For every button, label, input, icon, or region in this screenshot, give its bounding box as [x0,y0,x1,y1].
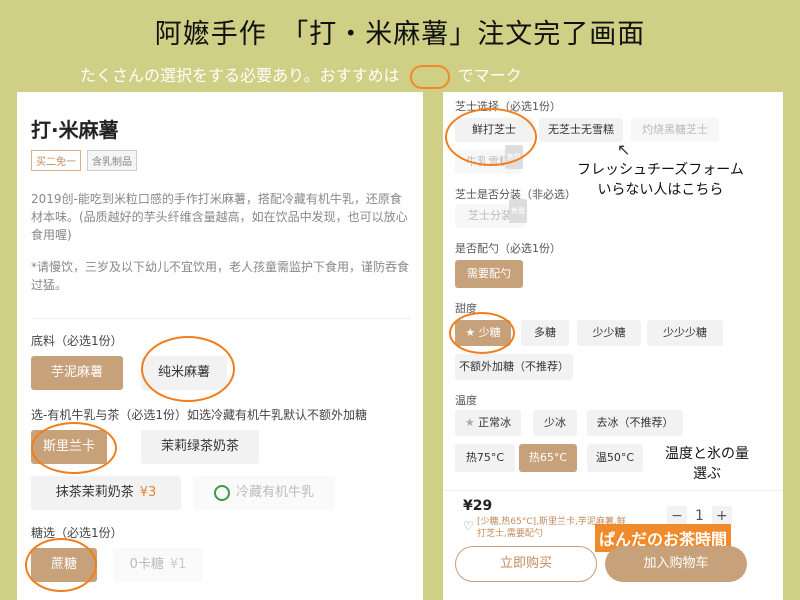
option-zero-cal-sugar[interactable]: 0卡糖 ¥1 [113,548,203,582]
option-no-extra-sugar[interactable]: 不额外加糖（不推荐） [455,354,573,380]
option-matcha-jasmine-label: 抹茶茉莉奶茶 [55,485,134,500]
option-burnt-cheese[interactable]: 灼烧黑糖芝士 [631,118,719,142]
spoon-section-label: 是否配勺（必选1份） [455,242,561,255]
subtitle-text-2: でマーク [457,66,522,85]
plus-button[interactable]: + [711,506,732,526]
option-no-cheese[interactable]: 无芝士无雪糕 [539,118,623,142]
option-zero-cal-label: 0卡糖 [129,557,164,572]
option-least-sugar[interactable]: 少少少糖 [647,320,723,346]
option-rice-mochi[interactable]: 纯米麻薯 [141,356,227,390]
divider [31,318,411,319]
soldout-badge-2: 售罄 [509,199,527,223]
arrow-icon: ↖ [617,140,631,159]
temp-section-label: 温度 [455,394,477,407]
option-no-ice[interactable]: 去冰（不推荐） [587,410,683,436]
promo-tag: 买二免一 [31,150,81,171]
option-milk-icecream[interactable]: 牛乳雪糕 售罄 [455,145,523,174]
product-warning: *请慢饮，三岁及以下幼儿不宜饮用，老人孩童需监护下食用，谨防吞食过猛。 [31,260,410,292]
annotation-temp-note: 温度と氷の量 選ぶ [665,446,749,482]
option-normal-ice[interactable]: ★ 正常冰 [455,410,521,436]
add-to-cart-button[interactable]: 加入购物车 [605,546,747,582]
star-icon-2: ★ [464,416,479,429]
options-panel: 芝士选择（必选1份） 鲜打芝士 无芝士无雪糕 灼烧黑糖芝士 牛乳雪糕 售罄 ↖ フ… [443,92,783,600]
base-section-label: 底料（必选1份） [31,334,123,348]
annotation-cheese-note: フレッシュチーズフォーム いらない人はこちら [577,162,744,198]
option-hot-75[interactable]: 热75°C [455,444,515,472]
option-less-sugar-label: 少糖 [478,326,501,339]
product-name: 打·米麻薯 [31,118,119,142]
orange-circle-mark-icon [409,64,450,89]
option-less-less-sugar[interactable]: 少少糖 [577,320,641,346]
soldout-badge: 售罄 [505,145,523,169]
buy-now-button[interactable]: 立即购买 [455,546,597,582]
option-need-spoon[interactable]: 需要配勺 [455,260,523,288]
minus-button[interactable]: − [667,506,687,526]
option-warm-50[interactable]: 温50°C [587,444,643,472]
option-jasmine-milk-tea[interactable]: 茉莉绿茶奶茶 [141,430,259,464]
price-addon-sugar: ¥1 [169,557,187,572]
quantity-stepper: − 1 + [667,506,732,526]
option-srilanka[interactable]: 斯里兰卡 [31,430,107,464]
cheese-section-label: 芝士选择（必选1份） [455,100,561,113]
product-description: 2019创-能吃到米粒口感的手作打米麻薯，搭配冷藏有机牛乳，还原食材本味。(品质… [31,192,408,242]
product-tags: 买二免一 含乳制品 [31,150,137,171]
page-title: 阿嬷手作 「打・米麻薯」注文完了画面 [154,19,646,50]
subtitle: たくさんの選択をする必要あり。おすすめは でマーク [80,62,522,89]
price-addon: ¥3 [139,485,157,500]
total-price: ¥29 [463,498,493,514]
option-normal-ice-label: 正常冰 [478,416,512,429]
milk-section-label: 选-有机牛乳与茶（必选1份）如选冷藏有机牛乳默认不额外加糖 [31,408,367,422]
option-less-ice[interactable]: 少冰 [533,410,577,436]
sugar-section-label: 糖选（必选1份） [31,526,123,540]
option-taro-mochi[interactable]: 芋泥麻薯 [31,356,123,390]
star-icon: ★ [465,326,479,339]
sweet-section-label: 甜度 [455,302,477,315]
footer-divider [443,490,783,491]
option-cheese-split[interactable]: 芝士分装 售罄 [455,199,527,228]
option-more-sugar[interactable]: 多糖 [521,320,569,346]
subtitle-text-1: たくさんの選択をする必要あり。おすすめは [80,66,400,85]
quantity-value: 1 [695,508,704,524]
dairy-tag: 含乳制品 [87,150,137,171]
option-less-sugar[interactable]: ★ 少糖 [455,320,511,346]
product-detail-panel: 打·米麻薯 买二免一 含乳制品 2019创-能吃到米粒口感的手作打米麻薯，搭配冷… [17,92,423,600]
option-matcha-jasmine[interactable]: 抹茶茉莉奶茶 ¥3 [31,476,181,510]
option-fresh-cheese[interactable]: 鲜打芝士 [455,118,533,142]
heart-icon[interactable]: ♡ [463,519,474,533]
option-milk-icecream-label: 牛乳雪糕 [466,155,510,168]
option-hot-65[interactable]: 热65°C [519,444,577,472]
option-organic-milk-label: 冷藏有机牛乳 [235,485,314,500]
option-cane-sugar[interactable]: 蔗糖 [31,548,97,582]
option-cheese-split-label: 芝士分装 [468,209,512,222]
option-organic-milk[interactable]: 冷藏有机牛乳 [193,476,335,510]
organic-badge-icon [213,484,230,501]
